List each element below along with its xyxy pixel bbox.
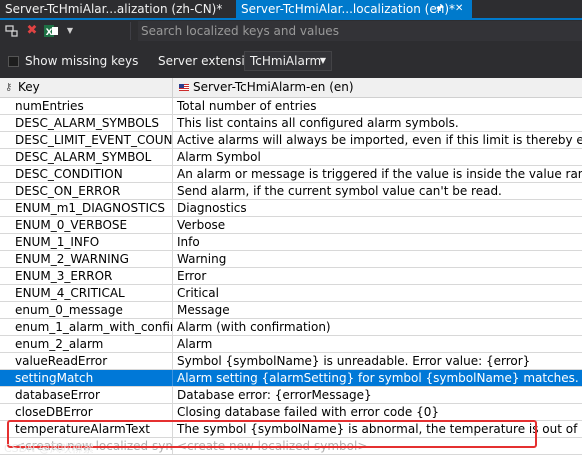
watermark: CSDN @风吹柳絮 bbox=[4, 442, 94, 455]
column-header-value[interactable]: Server-TcHmiAlarm-en (en) bbox=[173, 78, 582, 98]
key-cell[interactable]: closeDBError bbox=[0, 404, 173, 420]
key-cell[interactable]: DESC_LIMIT_EVENT_COUNT bbox=[0, 132, 173, 148]
pin-icon[interactable]: 🖈︎ bbox=[435, 0, 444, 18]
table-row[interactable]: DESC_ON_ERROR Send alarm, if the current … bbox=[0, 183, 582, 200]
key-cell[interactable]: ENUM_m1_DIAGNOSTICS bbox=[0, 200, 173, 216]
search-input[interactable]: Search localized keys and values bbox=[138, 21, 582, 41]
table-row[interactable]: ENUM_m1_DIAGNOSTICS Diagnostics bbox=[0, 200, 582, 217]
table-row[interactable]: enum_2_alarm Alarm bbox=[0, 336, 582, 353]
key-cell[interactable]: temperatureAlarmText bbox=[0, 421, 173, 437]
key-cell[interactable]: settingMatch bbox=[0, 370, 173, 386]
server-extension-value: TcHmiAlarm bbox=[250, 54, 322, 68]
key-cell[interactable]: valueReadError bbox=[0, 353, 173, 369]
value-cell[interactable]: Message bbox=[173, 302, 582, 318]
value-cell[interactable]: Alarm Symbol bbox=[173, 149, 582, 165]
table-row[interactable]: valueReadError Symbol {symbolName} is unr… bbox=[0, 353, 582, 370]
key-cell[interactable]: ENUM_0_VERBOSE bbox=[0, 217, 173, 233]
value-cell[interactable]: <create new localized symbol> bbox=[173, 438, 582, 454]
grid-header: ⚷ Key Server-TcHmiAlarm-en (en) bbox=[0, 78, 582, 98]
search-placeholder: Search localized keys and values bbox=[141, 24, 339, 38]
table-row[interactable]: numEntries Total number of entries bbox=[0, 98, 582, 115]
close-icon[interactable]: ✕ bbox=[455, 0, 463, 18]
table-row[interactable]: settingMatch Alarm setting {alarmSetting}… bbox=[0, 370, 582, 387]
value-cell[interactable]: The symbol {symbolName} is abnormal, the… bbox=[173, 421, 582, 437]
table-row[interactable]: ENUM_3_ERROR Error bbox=[0, 268, 582, 285]
key-cell[interactable]: ENUM_2_WARNING bbox=[0, 251, 173, 267]
key-cell[interactable]: enum_2_alarm bbox=[0, 336, 173, 352]
us-flag-icon bbox=[179, 84, 189, 91]
table-row[interactable]: DESC_LIMIT_EVENT_COUNT Active alarms will… bbox=[0, 132, 582, 149]
value-cell[interactable]: Symbol {symbolName} is unreadable. Error… bbox=[173, 353, 582, 369]
table-row[interactable]: databaseError Database error: {errorMessa… bbox=[0, 387, 582, 404]
value-cell[interactable]: Diagnostics bbox=[173, 200, 582, 216]
key-cell[interactable]: numEntries bbox=[0, 98, 173, 114]
value-cell[interactable]: Warning bbox=[173, 251, 582, 267]
value-cell[interactable]: Critical bbox=[173, 285, 582, 301]
options-bar: Show missing keys Server extension: TcHm… bbox=[0, 42, 582, 78]
column-header-value-label: Server-TcHmiAlarm-en (en) bbox=[193, 80, 354, 94]
key-cell[interactable]: DESC_CONDITION bbox=[0, 166, 173, 182]
value-cell[interactable]: Alarm setting {alarmSetting} for symbol … bbox=[173, 370, 582, 386]
tab-label: Server-TcHmiAlar...localization (en)* bbox=[241, 2, 456, 16]
table-row[interactable]: DESC_ALARM_SYMBOLS This list contains all… bbox=[0, 115, 582, 132]
toolbar: ✖ X ▼ Search localized keys and values bbox=[0, 20, 582, 42]
value-cell[interactable]: Verbose bbox=[173, 217, 582, 233]
table-row[interactable]: temperatureAlarmText The symbol {symbolNa… bbox=[0, 421, 582, 438]
value-cell[interactable]: Error bbox=[173, 268, 582, 284]
show-missing-keys-label[interactable]: Show missing keys bbox=[25, 54, 138, 68]
table-row[interactable]: ENUM_0_VERBOSE Verbose bbox=[0, 217, 582, 234]
key-cell[interactable]: databaseError bbox=[0, 387, 173, 403]
localization-grid: ⚷ Key Server-TcHmiAlarm-en (en) numEntri… bbox=[0, 78, 582, 456]
key-cell[interactable]: DESC_ALARM_SYMBOL bbox=[0, 149, 173, 165]
value-cell[interactable]: Send alarm, if the current symbol value … bbox=[173, 183, 582, 199]
tab-zh-cn[interactable]: Server-TcHmiAlar...alization (zh-CN)* bbox=[0, 0, 236, 18]
document-tab-strip: Server-TcHmiAlar...alization (zh-CN)* Se… bbox=[0, 0, 582, 18]
value-cell[interactable]: Total number of entries bbox=[173, 98, 582, 114]
table-row[interactable]: ENUM_2_WARNING Warning bbox=[0, 251, 582, 268]
table-row[interactable]: DESC_ALARM_SYMBOL Alarm Symbol bbox=[0, 149, 582, 166]
dropdown-icon[interactable]: ▼ bbox=[62, 23, 78, 39]
tab-label: Server-TcHmiAlar...alization (zh-CN)* bbox=[5, 2, 223, 16]
key-cell[interactable]: ENUM_4_CRITICAL bbox=[0, 285, 173, 301]
server-extension-select[interactable]: TcHmiAlarm ▼ bbox=[244, 51, 332, 71]
excel-icon[interactable]: X bbox=[43, 23, 59, 39]
tab-en[interactable]: Server-TcHmiAlar...localization (en)* 🖈︎… bbox=[236, 0, 472, 18]
svg-text:X: X bbox=[46, 28, 53, 38]
show-missing-keys-checkbox[interactable] bbox=[8, 56, 19, 67]
column-header-key[interactable]: ⚷ Key bbox=[0, 78, 173, 98]
manage-keys-icon[interactable] bbox=[4, 23, 20, 39]
table-row[interactable]: closeDBError Closing database failed with… bbox=[0, 404, 582, 421]
table-row[interactable]: enum_0_message Message bbox=[0, 302, 582, 319]
table-row[interactable]: DESC_CONDITION An alarm or message is tri… bbox=[0, 166, 582, 183]
key-cell[interactable]: DESC_ON_ERROR bbox=[0, 183, 173, 199]
key-cell[interactable]: enum_1_alarm_with_confirmation bbox=[0, 319, 173, 335]
table-row[interactable]: ENUM_4_CRITICAL Critical bbox=[0, 285, 582, 302]
table-row[interactable]: enum_1_alarm_with_confirmationAlarm (wit… bbox=[0, 319, 582, 336]
key-icon: ⚷ bbox=[5, 82, 13, 93]
key-cell[interactable]: enum_0_message bbox=[0, 302, 173, 318]
key-cell[interactable]: ENUM_1_INFO bbox=[0, 234, 173, 250]
toolbar-separator bbox=[130, 22, 131, 40]
value-cell[interactable]: Alarm (with confirmation) bbox=[173, 319, 582, 335]
value-cell[interactable]: This list contains all configured alarm … bbox=[173, 115, 582, 131]
grid-rows: numEntries Total number of entries DESC_AL… bbox=[0, 98, 582, 455]
value-cell[interactable]: Alarm bbox=[173, 336, 582, 352]
value-cell[interactable]: Active alarms will always be imported, e… bbox=[173, 132, 582, 148]
delete-icon[interactable]: ✖ bbox=[24, 23, 40, 39]
value-cell[interactable]: Database error: {errorMessage} bbox=[173, 387, 582, 403]
chevron-down-icon: ▼ bbox=[319, 56, 326, 65]
column-header-key-label: Key bbox=[18, 80, 40, 94]
table-row[interactable]: ENUM_1_INFO Info bbox=[0, 234, 582, 251]
key-cell[interactable]: ENUM_3_ERROR bbox=[0, 268, 173, 284]
value-cell[interactable]: Info bbox=[173, 234, 582, 250]
value-cell[interactable]: Closing database failed with error code … bbox=[173, 404, 582, 420]
key-cell[interactable]: DESC_ALARM_SYMBOLS bbox=[0, 115, 173, 131]
value-cell[interactable]: An alarm or message is triggered if the … bbox=[173, 166, 582, 182]
